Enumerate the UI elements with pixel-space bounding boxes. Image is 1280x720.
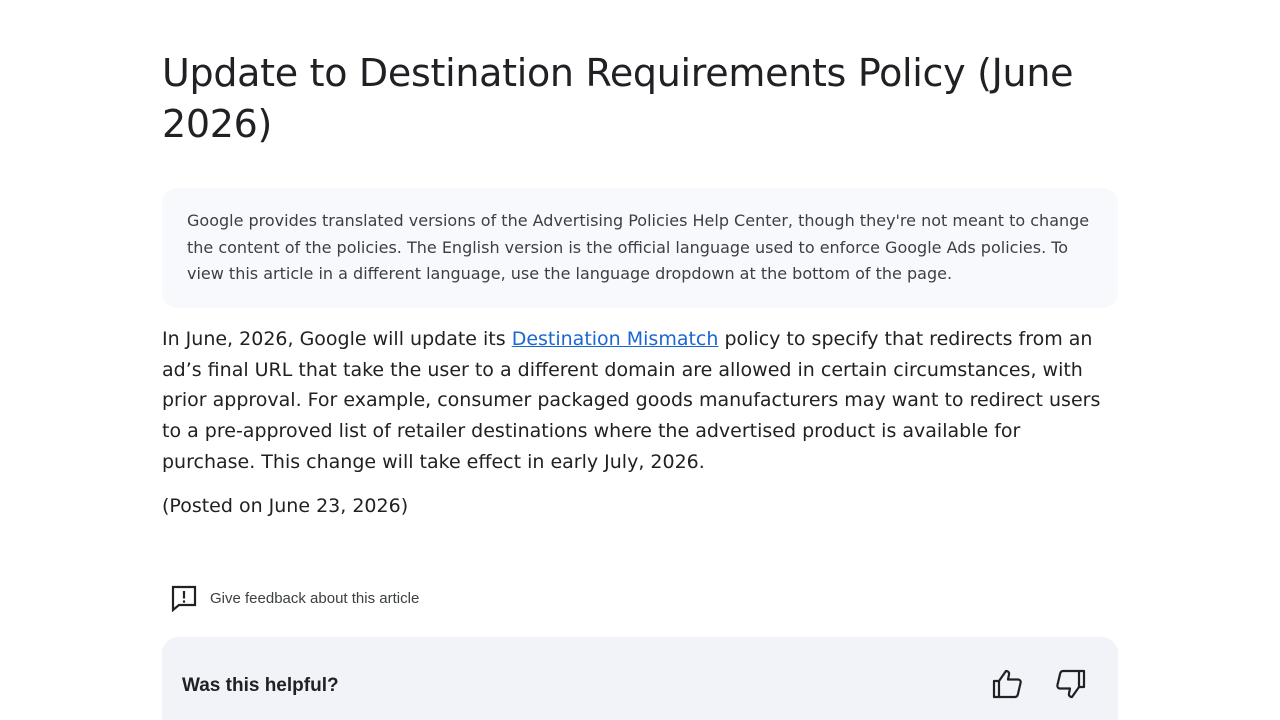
- feedback-label: Give feedback about this article: [210, 589, 420, 607]
- translation-notice-text: Google provides translated versions of t…: [187, 211, 1090, 283]
- destination-mismatch-link[interactable]: Destination Mismatch: [512, 328, 719, 350]
- thumb-up-icon[interactable]: [990, 667, 1024, 701]
- give-feedback-button[interactable]: Give feedback about this article: [170, 584, 420, 613]
- thumb-down-icon[interactable]: [1054, 667, 1088, 701]
- posted-date: (Posted on June 23, 2026): [162, 495, 409, 517]
- helpful-panel: Was this helpful?: [162, 637, 1118, 720]
- helpful-question: Was this helpful?: [182, 675, 339, 696]
- body-text-intro: In June, 2026, Google will update its: [162, 328, 512, 350]
- page: Update to Destination Requirements Polic…: [0, 0, 1280, 720]
- page-title: Update to Destination Requirements Polic…: [162, 51, 1074, 146]
- feedback-icon: [170, 584, 198, 613]
- translation-notice: Google provides translated versions of t…: [162, 188, 1118, 308]
- article-body: In June, 2026, Google will update its De…: [162, 324, 1118, 478]
